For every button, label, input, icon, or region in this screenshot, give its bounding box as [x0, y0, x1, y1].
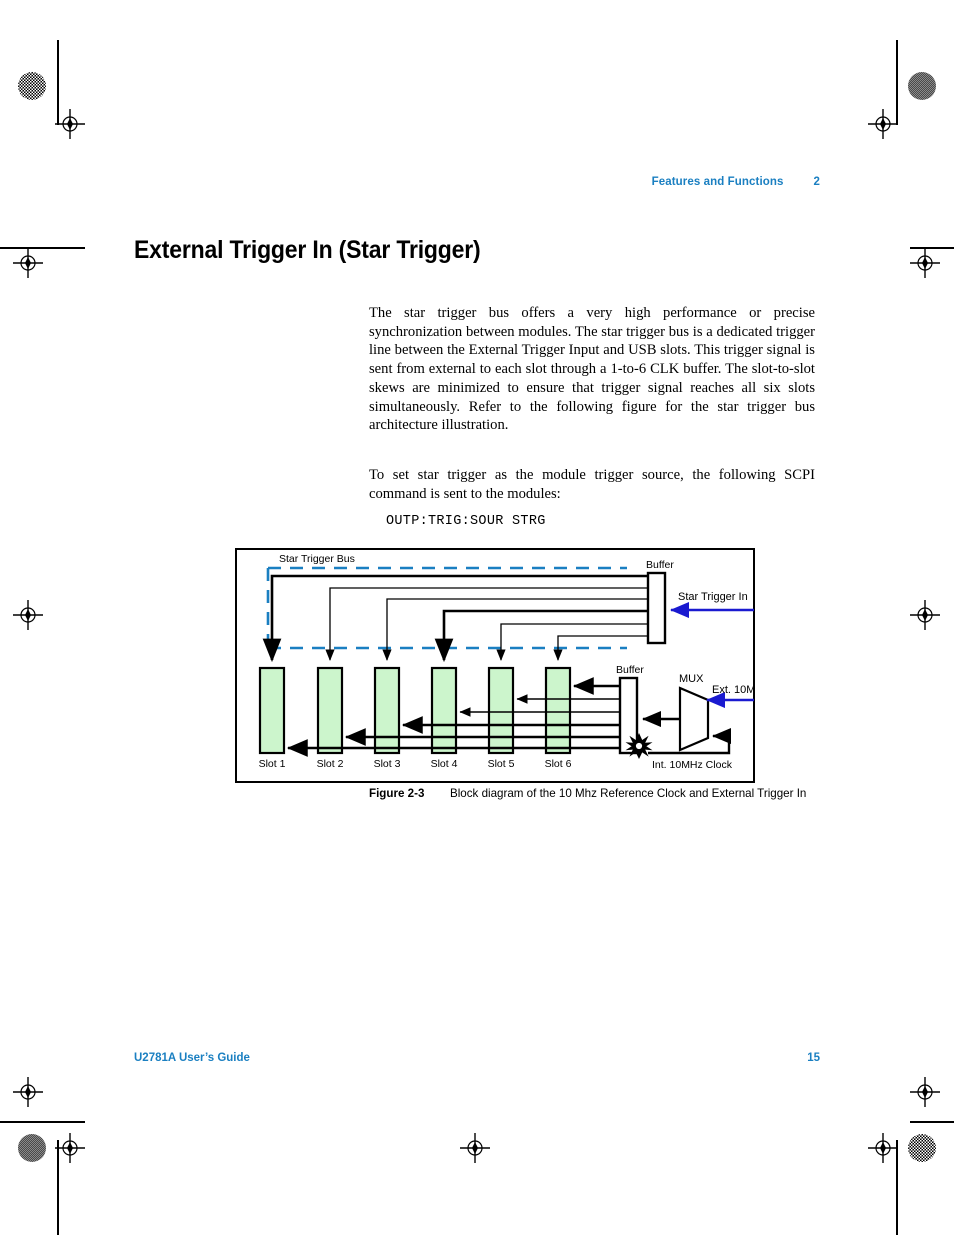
registration-mark	[868, 1133, 898, 1163]
ext-clock-in-label: Ext. 10MHz Clock In	[712, 684, 755, 696]
page-title: External Trigger In (Star Trigger)	[134, 236, 481, 264]
running-header-chapter-number: 2	[813, 176, 820, 188]
star-trigger-in-label: Star Trigger In	[678, 591, 748, 603]
figure-caption-text: Block diagram of the 10 Mhz Reference Cl…	[450, 787, 807, 800]
slot-box-6	[544, 666, 572, 755]
slot-label-6: Slot 6	[545, 758, 572, 770]
slot-label-3: Slot 3	[374, 758, 401, 770]
registration-mark	[460, 1133, 490, 1163]
registration-mark	[868, 109, 898, 139]
slot-box-3	[373, 666, 401, 755]
crop-line	[57, 1140, 59, 1235]
registration-mark	[910, 248, 940, 278]
int-clock-label: Int. 10MHz Clock	[652, 759, 733, 771]
crop-line	[896, 1140, 898, 1235]
slot-box-1	[258, 666, 286, 755]
star-trigger-bus-label: Star Trigger Bus	[279, 553, 355, 565]
slot-box-2	[316, 666, 344, 755]
halftone-dot	[18, 1134, 46, 1162]
slot-box-4	[430, 666, 458, 755]
slot-box-5	[487, 666, 515, 755]
page: Features and Functions 2 External Trigger…	[0, 0, 954, 1235]
slot-label-2: Slot 2	[317, 758, 344, 770]
halftone-dot	[908, 1134, 936, 1162]
figure-caption: Figure 2-3 Block diagram of the 10 Mhz R…	[369, 786, 815, 802]
registration-mark	[55, 1133, 85, 1163]
crop-line	[0, 1121, 85, 1123]
top-buffer-box	[646, 571, 667, 645]
running-header: Features and Functions 2	[0, 176, 820, 188]
registration-mark	[13, 248, 43, 278]
crop-line	[910, 247, 954, 249]
mux-label: MUX	[679, 673, 704, 685]
slot-label-4: Slot 4	[431, 758, 458, 770]
body-paragraph-2: To set star trigger as the module trigge…	[369, 467, 815, 502]
registration-mark	[910, 600, 940, 630]
crop-line	[0, 247, 85, 249]
crop-line	[910, 1121, 954, 1123]
crop-line	[896, 40, 898, 125]
figure-caption-label: Figure 2-3	[369, 787, 425, 800]
slot-label-1: Slot 1	[259, 758, 286, 770]
halftone-dot	[18, 72, 46, 100]
scpi-command: OUTP:TRIG:SOUR STRG	[386, 514, 546, 529]
footer-page-number: 15	[807, 1052, 820, 1064]
running-header-title: Features and Functions	[651, 176, 784, 188]
page-footer: U2781A User’s Guide 15	[134, 1052, 820, 1064]
registration-mark	[910, 1077, 940, 1107]
slot-label-5: Slot 5	[488, 758, 515, 770]
top-buffer-label: Buffer	[646, 559, 674, 571]
body-paragraph-1: The star trigger bus offers a very high …	[369, 305, 815, 434]
bottom-buffer-label: Buffer	[616, 664, 644, 676]
registration-mark	[13, 600, 43, 630]
mux-shape	[678, 686, 710, 752]
footer-guide-title: U2781A User’s Guide	[134, 1052, 250, 1064]
registration-mark	[13, 1077, 43, 1107]
halftone-dot	[908, 72, 936, 100]
registration-mark	[55, 109, 85, 139]
figure-block-diagram: Star Trigger Bus Buffer Star Trigger In	[235, 548, 755, 783]
crop-line	[57, 40, 59, 125]
